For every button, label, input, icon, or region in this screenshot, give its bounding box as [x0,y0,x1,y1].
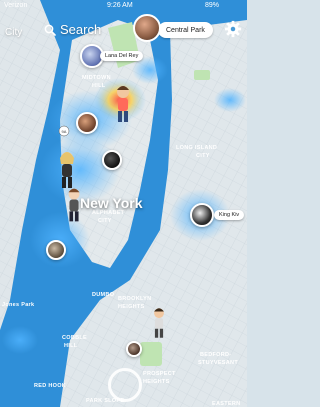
heatmap-blob [214,88,246,112]
top-bar: City Search Central Park [0,14,247,48]
location-pill[interactable]: Central Park [158,22,213,38]
search-button[interactable]: Search [44,22,101,37]
label-heights: HEIGHTS [118,304,145,310]
label-eastern: EASTERN [212,401,240,407]
label-city: CITY [196,153,210,159]
camera-button-icon[interactable] [108,368,142,402]
label-dumbo: DUMBO [92,292,115,298]
label-midtown: MIDTOWN [82,75,111,81]
gear-icon[interactable] [224,20,242,38]
bitmoji-avatar[interactable] [112,84,134,124]
search-icon [44,24,56,36]
story-bubble[interactable] [190,203,214,227]
label-alphabet-city: CITY [98,218,112,224]
label-hill: HILL [92,83,106,89]
story-bubble[interactable] [126,341,142,357]
park-queens [194,70,210,80]
story-bubble[interactable] [76,112,98,134]
label-cobble-hill: HILL [64,343,78,349]
story-label: Lana Del Rey [105,53,139,59]
label-cobble: COBBLE [62,335,87,341]
label-red-hook: RED HOOK [34,383,66,389]
park-prospect [140,342,162,366]
label-jones-park: Jones Park [2,302,35,308]
search-label: Search [60,22,102,37]
battery-label: 89% [205,2,220,9]
city-name-label: New York [80,195,143,211]
label-prospect: PROSPECT [143,371,176,377]
location-pill-label: Central Park [166,26,205,34]
clock-label: 9:26 AM [107,2,133,9]
carrier-label: Verizon [4,2,28,9]
bitmoji-avatar[interactable] [56,150,78,190]
city-label: City [5,27,23,38]
story-bubble[interactable] [102,150,122,170]
label-long-island: LONG ISLAND [176,145,217,151]
label-bedford: BEDFORD- [200,352,231,358]
bitmoji-avatar[interactable] [150,306,168,340]
story-label-pill[interactable]: King Kiv [214,210,245,220]
label-brooklyn: BROOKLYN [118,296,151,302]
story-bubble[interactable] [46,240,66,260]
story-label-pill[interactable]: Lana Del Rey [100,51,144,61]
heatmap-blob [2,326,38,354]
label-prospect-heights: HEIGHTS [143,379,170,385]
status-bar: Verizon 9:26 AM 89% [0,0,247,14]
label-stuyvesant: STUYVESANT [198,360,238,366]
story-label: King Kiv [219,212,240,218]
route-badge-text: 9A [62,129,67,134]
story-avatar-top[interactable] [133,14,161,42]
